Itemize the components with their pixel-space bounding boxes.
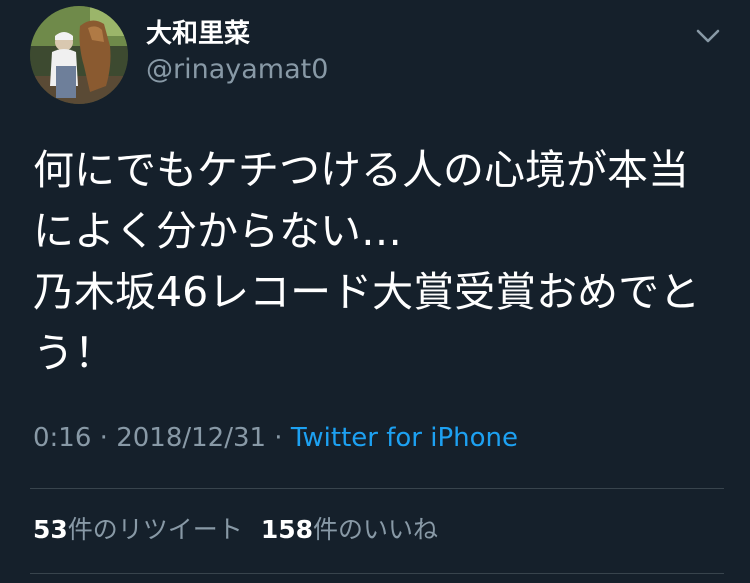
tweet-text-line: 乃木坂46レコード大賞受賞おめでと: [33, 268, 701, 316]
chevron-down-icon-svg: [696, 29, 720, 43]
avatar-photo: [30, 6, 128, 104]
tweet-source-link[interactable]: Twitter for iPhone: [291, 423, 518, 453]
likes-stat[interactable]: 158件のいいね: [261, 515, 438, 544]
tweet-time[interactable]: 0:16: [33, 423, 91, 453]
chevron-down-icon[interactable]: [694, 26, 722, 46]
display-name[interactable]: 大和里菜: [146, 16, 250, 52]
divider: [30, 488, 724, 489]
tweet-text-line: う！: [33, 329, 115, 377]
tweet-stats: 53件のリツイート 158件のいいね: [33, 512, 438, 548]
tweet-date[interactable]: 2018/12/31: [116, 423, 266, 453]
tweet-text-line: によく分からない…: [33, 207, 402, 255]
tweet-text-line: 何にでもケチつける人の心境が本当: [33, 146, 689, 194]
tweet-meta: 0:16 · 2018/12/31 · Twitter for iPhone: [33, 420, 518, 456]
retweets-stat[interactable]: 53件のリツイート: [33, 515, 243, 544]
divider: [30, 573, 724, 574]
tweet-detail: 大和里菜 @rinayamat0 何にでもケチつける人の心境が本当 によく分から…: [0, 0, 750, 583]
avatar[interactable]: [30, 6, 128, 104]
retweets-label: 件のリツイート: [67, 515, 243, 544]
meta-separator: ·: [91, 423, 117, 453]
tweet-text: 何にでもケチつける人の心境が本当 によく分からない… 乃木坂46レコード大賞受賞…: [33, 140, 733, 384]
retweets-count: 53: [33, 515, 68, 544]
likes-label: 件のいいね: [313, 515, 439, 544]
likes-count: 158: [260, 515, 313, 544]
meta-separator: ·: [266, 423, 291, 453]
user-handle[interactable]: @rinayamat0: [146, 52, 328, 88]
